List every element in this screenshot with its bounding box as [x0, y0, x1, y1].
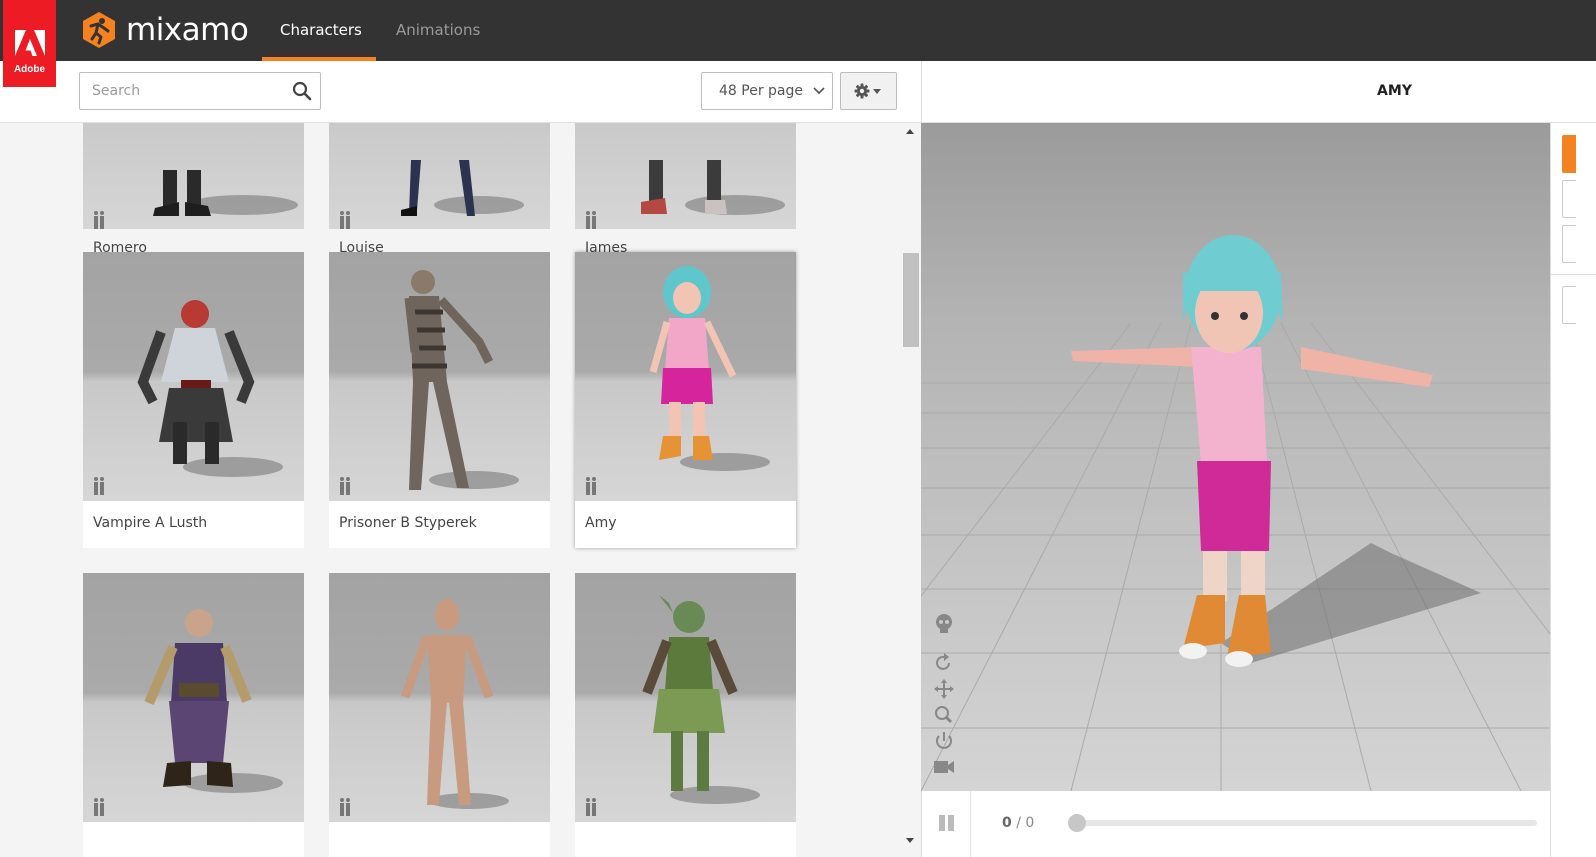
- preview-character-name: AMY: [1377, 83, 1412, 99]
- search-input[interactable]: [80, 73, 285, 109]
- character-card[interactable]: [329, 573, 550, 857]
- character-figure: [401, 160, 524, 216]
- rail-divider: [1551, 274, 1596, 275]
- preview-header: AMY: [921, 61, 1596, 123]
- character-figure: [144, 609, 283, 793]
- people-icon: [94, 798, 104, 816]
- character-name: Amy: [585, 515, 617, 531]
- frame-separator: /: [1016, 815, 1021, 831]
- tab-animations[interactable]: Animations: [378, 0, 498, 61]
- adobe-logo-icon: [15, 30, 45, 56]
- character-thumbnail: [575, 123, 796, 229]
- character-name: Prisoner B Styperek: [339, 515, 477, 531]
- pause-icon[interactable]: [938, 815, 956, 831]
- character-figure: [404, 270, 519, 490]
- mixamo-brand[interactable]: mixamo: [80, 10, 249, 50]
- character-figure: [400, 599, 509, 809]
- app-name: mixamo: [126, 12, 249, 48]
- tab-characters[interactable]: Characters: [262, 0, 376, 61]
- search-box: [79, 72, 321, 110]
- scroll-up-arrow-icon[interactable]: [906, 129, 914, 134]
- people-icon: [586, 211, 596, 229]
- rail-tab-active[interactable]: [1562, 135, 1576, 173]
- player-divider: [970, 791, 971, 857]
- character-thumbnail: [83, 252, 304, 501]
- character-card-romero[interactable]: Romero: [83, 123, 304, 256]
- character-name: Vampire A Lusth: [93, 515, 208, 531]
- mixamo-runner-icon: [83, 12, 115, 48]
- search-icon[interactable]: [292, 81, 312, 101]
- caret-down-icon: [873, 89, 881, 94]
- character-figure: [649, 266, 770, 471]
- frame-counter: 0 / 0: [1002, 815, 1034, 831]
- character-thumbnail: [83, 573, 304, 822]
- character-thumbnail: [329, 123, 550, 229]
- character-card-amy[interactable]: Amy: [575, 252, 796, 548]
- scroll-down-arrow-icon[interactable]: [906, 838, 914, 843]
- people-icon: [340, 477, 350, 495]
- frame-current: 0: [1002, 815, 1012, 831]
- people-icon: [94, 477, 104, 495]
- rail-tab[interactable]: [1562, 286, 1576, 324]
- zoom-icon[interactable]: [932, 705, 956, 725]
- settings-button[interactable]: [840, 72, 897, 110]
- character-thumbnail: [83, 123, 304, 229]
- people-icon: [340, 798, 350, 816]
- character-card[interactable]: [83, 573, 304, 857]
- character-figure: [642, 595, 760, 804]
- rail-tab[interactable]: [1562, 225, 1576, 263]
- character-figure: [137, 300, 283, 477]
- character-card[interactable]: [575, 573, 796, 857]
- timeline-scrubber[interactable]: [1068, 814, 1086, 832]
- character-thumbnail: [329, 252, 550, 501]
- camera-icon[interactable]: [932, 757, 956, 777]
- chevron-down-icon: [813, 87, 825, 95]
- adobe-logo[interactable]: Adobe: [3, 0, 56, 87]
- timeline-track[interactable]: [1070, 820, 1537, 826]
- people-icon: [340, 211, 350, 229]
- animation-player: 0 / 0: [921, 791, 1550, 857]
- character-thumbnail: [329, 573, 550, 822]
- gear-icon: [854, 83, 870, 99]
- 3d-viewport[interactable]: [921, 123, 1550, 791]
- frame-total: 0: [1025, 815, 1035, 831]
- viewport-scene: [921, 123, 1550, 791]
- grid-toolbar: 48 Per page: [0, 61, 921, 123]
- adobe-label: Adobe: [13, 64, 46, 75]
- top-navigation-bar: Adobe mixamo Characters Animations: [0, 0, 1596, 87]
- character-card-james[interactable]: James: [575, 123, 796, 256]
- character-figure: [153, 170, 298, 216]
- grid-scrollbar-thumb[interactable]: [903, 253, 919, 347]
- character-thumbnail: [575, 252, 796, 501]
- power-icon[interactable]: [932, 731, 956, 751]
- character-card-prisoner-b-styperek[interactable]: Prisoner B Styperek: [329, 252, 550, 548]
- character-figure: [641, 160, 785, 215]
- skeleton-icon[interactable]: [932, 612, 956, 636]
- rail-tab[interactable]: [1562, 180, 1576, 218]
- people-icon: [94, 211, 104, 229]
- character-card-vampire-a-lusth[interactable]: Vampire A Lusth: [83, 252, 304, 548]
- per-page-value: 48 Per page: [719, 83, 803, 99]
- character-thumbnail: [575, 573, 796, 822]
- character-card-louise[interactable]: Louise: [329, 123, 550, 256]
- grid-scrollbar[interactable]: [902, 123, 921, 857]
- reset-view-icon[interactable]: [932, 653, 956, 673]
- people-icon: [586, 798, 596, 816]
- per-page-select[interactable]: 48 Per page: [701, 72, 833, 110]
- character-grid: Romero Louise James Vampire A Lusth Pris…: [0, 123, 921, 857]
- pan-icon[interactable]: [932, 679, 956, 699]
- people-icon: [586, 477, 596, 495]
- preview-side-rail: [1550, 123, 1596, 857]
